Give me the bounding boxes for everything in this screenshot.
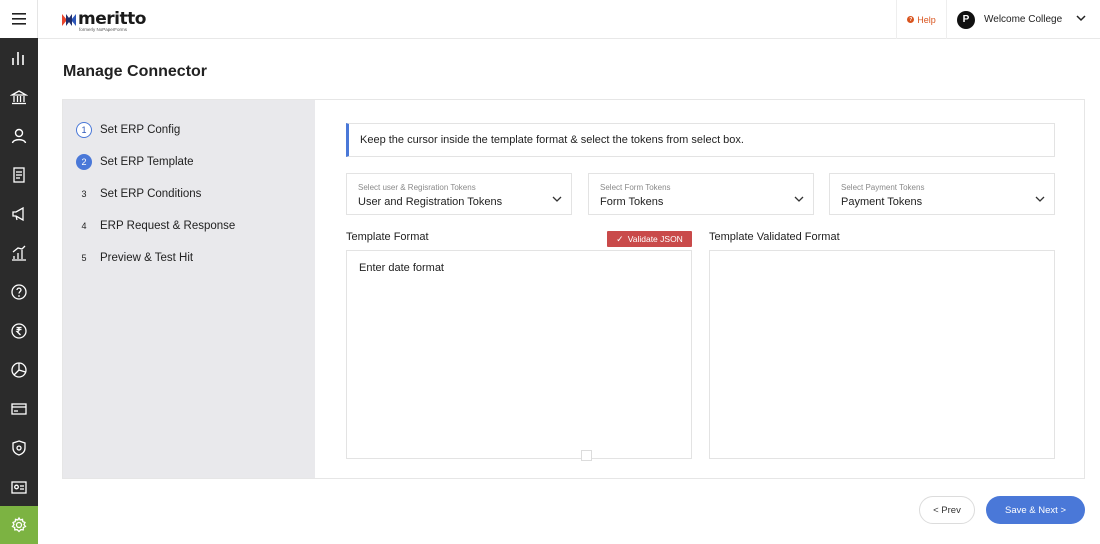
bar-chart-icon [12, 52, 24, 65]
step-number: 4 [81, 221, 87, 231]
select-value: User and Registration Tokens [358, 196, 503, 208]
help-label: Help [917, 14, 936, 25]
template-validated-output [709, 250, 1055, 459]
logo-text: meritto [78, 9, 146, 29]
validate-json-label: Validate JSON [627, 234, 683, 244]
growth-chart-icon [12, 245, 26, 261]
step-number: 2 [76, 154, 92, 170]
step-5[interactable]: 5 Preview & Test Hit [76, 250, 193, 266]
select-label: Select Payment Tokens [841, 183, 925, 192]
step-label: Set ERP Config [100, 124, 181, 136]
sidebar-item-campaigns[interactable] [0, 195, 38, 233]
step-number: 5 [81, 253, 87, 263]
shield-icon [12, 440, 26, 456]
template-format-input[interactable]: Enter date format [346, 250, 692, 461]
chevron-down-icon [1076, 15, 1086, 22]
prev-button[interactable]: < Prev [919, 496, 975, 524]
sidebar-item-security[interactable] [0, 429, 38, 467]
template-format-label: Template Format [346, 231, 429, 243]
save-next-button[interactable]: Save & Next > [986, 496, 1085, 524]
settings-icon [11, 516, 27, 533]
college-name: Welcome College [984, 14, 1063, 25]
sidebar-item-users[interactable] [0, 117, 38, 155]
help-link[interactable]: ? Help [896, 0, 946, 39]
chevron-down-icon [794, 196, 804, 202]
step-label: Set ERP Conditions [100, 188, 202, 200]
step-label: ERP Request & Response [100, 220, 236, 232]
help-circle-icon [11, 284, 27, 300]
sidebar-item-cards[interactable] [0, 390, 38, 428]
menu-button[interactable] [0, 0, 38, 38]
user-icon [11, 128, 27, 144]
step-1[interactable]: 1 Set ERP Config [76, 122, 180, 138]
connector-panel: 1 Set ERP Config 2 Set ERP Template 3 Se… [62, 99, 1085, 479]
chevron-down-icon [552, 196, 562, 202]
step-number: 1 [76, 122, 92, 138]
sidebar [0, 0, 38, 544]
sidebar-item-reports[interactable] [0, 351, 38, 389]
card-icon [11, 403, 27, 415]
pie-chart-icon [11, 362, 27, 378]
document-icon [13, 167, 25, 183]
logo-tagline: formerly NoPaperForms [79, 27, 128, 32]
step-2[interactable]: 2 Set ERP Template [76, 154, 194, 170]
institution-icon [10, 90, 28, 105]
rupee-icon [11, 323, 27, 339]
chevron-down-icon [1035, 196, 1045, 202]
sidebar-item-documents[interactable] [0, 156, 38, 194]
step-3[interactable]: 3 Set ERP Conditions [76, 186, 201, 202]
step-label: Set ERP Template [100, 156, 194, 168]
sidebar-item-institution[interactable] [0, 78, 38, 116]
select-value: Form Tokens [600, 196, 664, 208]
sidebar-item-profile[interactable] [0, 468, 38, 506]
meritto-logo[interactable]: meritto formerly NoPaperForms [62, 10, 146, 34]
logo-mark-icon [62, 14, 76, 26]
college-switcher[interactable]: P Welcome College [946, 0, 1100, 39]
info-message: Keep the cursor inside the template form… [346, 123, 1055, 157]
sidebar-item-payments[interactable] [0, 312, 38, 350]
select-value: Payment Tokens [841, 196, 923, 208]
template-validated-label: Template Validated Format [709, 231, 840, 243]
resize-handle[interactable] [581, 450, 592, 461]
sidebar-item-settings[interactable] [0, 506, 38, 544]
select-label: Select Form Tokens [600, 183, 671, 192]
form-tokens-select[interactable]: Select Form Tokens Form Tokens [588, 173, 814, 215]
top-header: meritto formerly NoPaperForms ? Help P W… [38, 0, 1100, 39]
user-registration-tokens-select[interactable]: Select user & Regisration Tokens User an… [346, 173, 572, 215]
payment-tokens-select[interactable]: Select Payment Tokens Payment Tokens [829, 173, 1055, 215]
sidebar-item-analytics[interactable] [0, 234, 38, 272]
select-label: Select user & Regisration Tokens [358, 183, 476, 192]
steps-sidebar: 1 Set ERP Config 2 Set ERP Template 3 Se… [63, 100, 315, 478]
check-icon: ✓ [616, 233, 624, 244]
step-number: 3 [81, 189, 87, 199]
step-label: Preview & Test Hit [100, 252, 194, 264]
help-icon: ? [907, 16, 915, 23]
id-card-icon [11, 481, 27, 494]
menu-icon [11, 13, 26, 25]
avatar: P [957, 10, 975, 29]
template-format-placeholder: Enter date format [359, 262, 444, 274]
step-4[interactable]: 4 ERP Request & Response [76, 218, 235, 234]
sidebar-item-dashboard[interactable] [0, 39, 38, 77]
megaphone-icon [12, 206, 24, 222]
sidebar-item-help[interactable] [0, 273, 38, 311]
validate-json-button[interactable]: ✓ Validate JSON [607, 231, 692, 247]
page-title: Manage Connector [63, 63, 208, 80]
